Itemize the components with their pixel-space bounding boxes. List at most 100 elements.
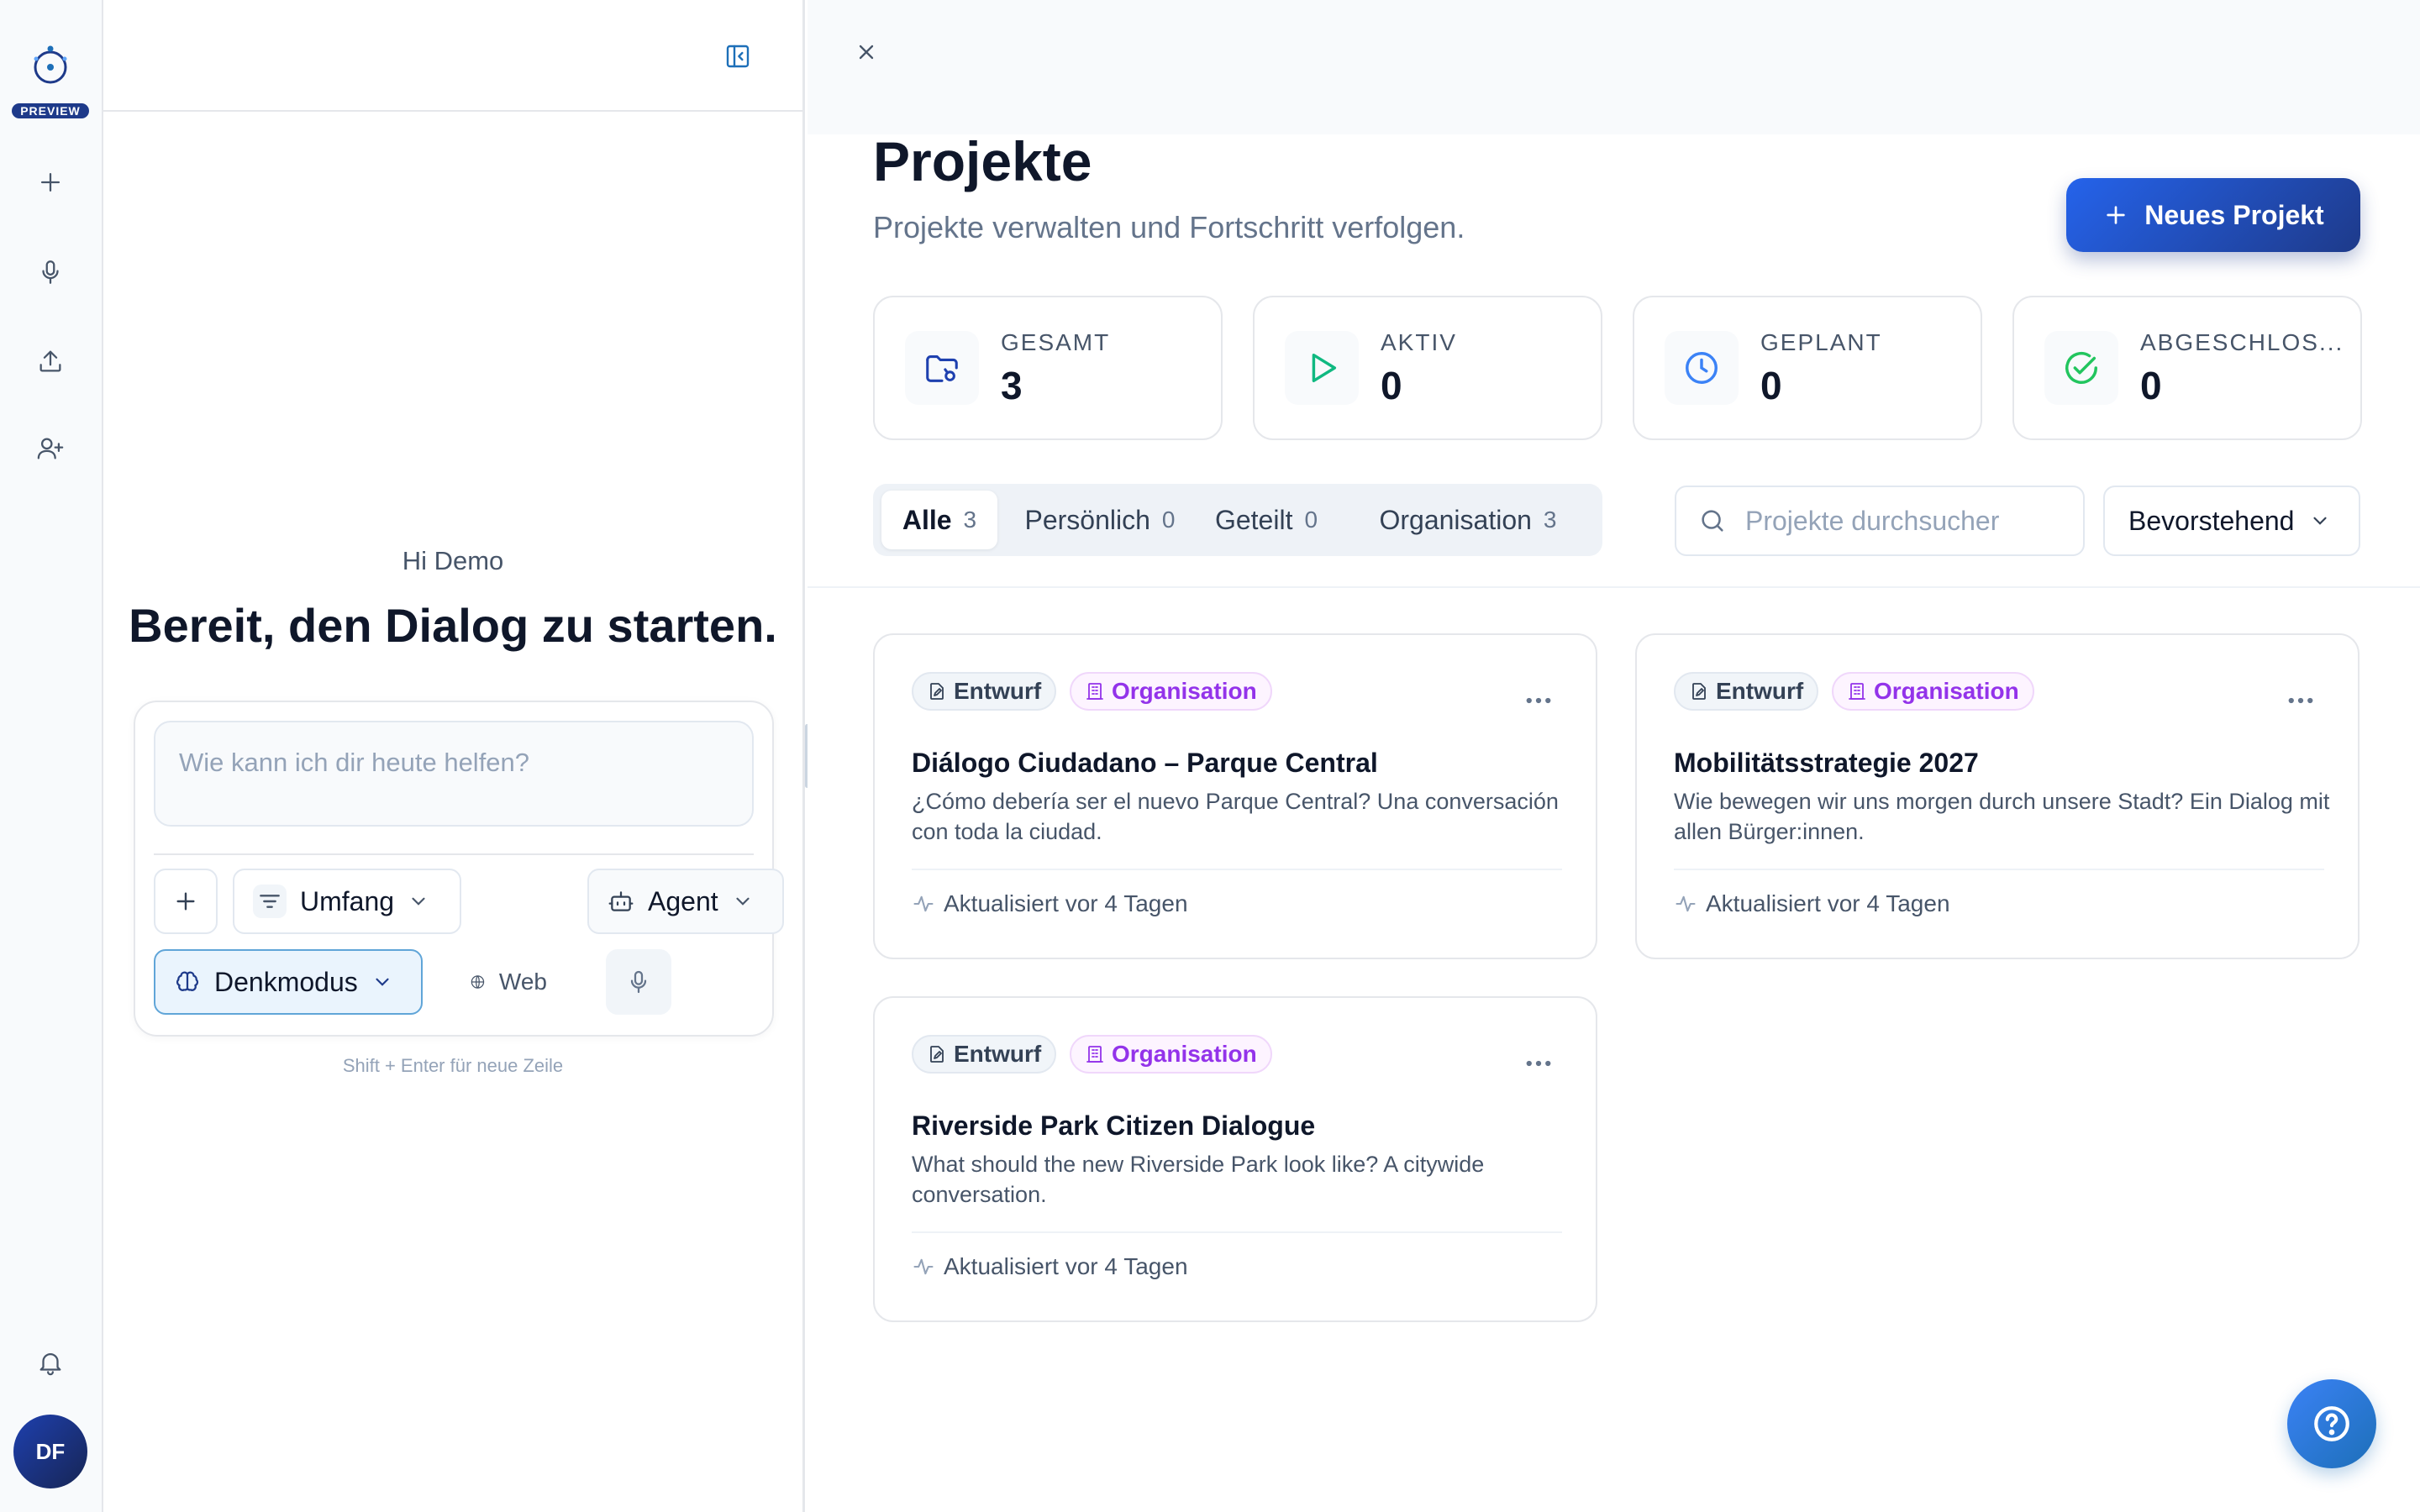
tab-alle[interactable]: Alle 3 [881,491,997,549]
status-label: Entwurf [954,678,1042,704]
updated-info: Aktualisiert vor 4 Tagen [1674,890,1950,917]
stat-value: 0 [1381,364,1402,407]
help-button[interactable] [2287,1379,2376,1468]
project-card[interactable]: Entwurf Organisation Riverside Park Citi… [873,996,1597,1322]
chevron-down-icon [2313,517,2328,525]
avatar[interactable]: DF [13,1415,87,1488]
sort-dropdown[interactable]: Bevorstehend [2103,486,2360,556]
more-options-button[interactable] [1522,690,1555,711]
help-circle-icon [2314,1406,2349,1441]
ellipsis-icon [1526,1060,1551,1067]
bell-icon [39,1353,61,1376]
play-icon [1285,331,1359,405]
greeting: Hi Demo [402,546,504,575]
project-card[interactable]: Entwurf Organisation Mobilitätsstrategie… [1635,633,2360,959]
stat-card-completed: ABGESCHLOS... 0 [2012,296,2362,440]
scope-label: Umfang [300,885,395,916]
close-icon [859,45,874,60]
building-icon [1086,683,1103,700]
search-input[interactable]: Projekte durchsucher [1675,486,2085,556]
divider [912,1231,1562,1233]
scope-dropdown[interactable]: Umfang [233,869,461,934]
tab-label: Organisation [1379,504,1532,535]
project-card[interactable]: Entwurf Organisation Diálogo Ciudadano –… [873,633,1597,959]
updated-info: Aktualisiert vor 4 Tagen [912,1253,1188,1280]
updated-label: Aktualisiert vor 4 Tagen [944,1253,1188,1279]
clock-icon [1665,331,1739,405]
more-options-button[interactable] [1522,1053,1555,1074]
tab-count: 0 [1304,507,1318,533]
filter-tabs: Alle 3 Persönlich 0 Geteilt 0 Organisati… [873,484,1602,556]
stat-value: 0 [2140,364,2162,407]
activity-icon [913,895,934,912]
project-title[interactable]: Diálogo Ciudadano – Parque Central [912,748,1378,779]
stat-label: GESAMT [1001,329,1111,355]
scope-label: Organisation [1112,1041,1257,1067]
updated-info: Aktualisiert vor 4 Tagen [912,890,1188,917]
status-badge: Entwurf [1674,672,1819,711]
tab-geteilt[interactable]: Geteilt 0 [1201,491,1332,549]
scope-badge: Organisation [1832,672,2034,711]
preview-badge: PREVIEW [12,103,89,118]
tab-persoenlich[interactable]: Persönlich 0 [1007,491,1192,549]
composer-divider [154,853,754,855]
new-chat-button[interactable] [30,162,71,202]
status-badge: Entwurf [912,1035,1057,1074]
chevron-down-icon [736,897,750,906]
upload-button[interactable] [30,341,71,381]
microphone-icon [42,260,59,284]
agent-dropdown[interactable]: Agent [587,869,784,934]
divider [808,586,2420,588]
chevron-down-icon [376,978,389,986]
tab-organisation[interactable]: Organisation 3 [1342,491,1594,549]
stat-label: ABGESCHLOS... [2140,329,2344,355]
project-title[interactable]: Mobilitätsstrategie 2027 [1674,748,1979,779]
dictate-button[interactable] [606,949,671,1015]
stat-card-total: GESAMT 3 [873,296,1223,440]
collapse-panel-button[interactable] [722,40,754,72]
sidebar-collapse-icon [726,45,750,68]
status-badge: Entwurf [912,672,1057,711]
project-title[interactable]: Riverside Park Citizen Dialogue [912,1110,1315,1142]
updated-label: Aktualisiert vor 4 Tagen [1706,890,1950,916]
top-bar [808,0,2420,134]
more-options-button[interactable] [2284,690,2317,711]
stat-label: GEPLANT [1760,329,1882,355]
scope-label: Organisation [1874,678,2019,704]
agent-label: Agent [648,885,718,916]
brain-icon [176,971,199,991]
project-description: ¿Cómo debería ser el nuevo Parque Centra… [912,789,1559,844]
stat-card-planned: GEPLANT 0 [1633,296,1982,440]
invite-user-button[interactable] [30,428,71,469]
activity-icon [913,1258,934,1275]
scope-badge: Organisation [1070,672,1272,711]
folder-icon [905,331,979,405]
logo-icon[interactable] [25,40,76,91]
updated-label: Aktualisiert vor 4 Tagen [944,890,1188,916]
prompt-input[interactable]: Wie kann ich dir heute helfen? [154,721,754,827]
attach-button[interactable] [154,869,218,934]
tab-label: Alle [902,504,952,535]
activity-icon [1676,895,1696,912]
voice-button[interactable] [30,252,71,292]
check-circle-icon [2044,331,2118,405]
sort-label: Bevorstehend [2128,505,2295,536]
tab-count: 3 [963,507,977,533]
file-edit-icon [1692,683,1706,700]
projects-page: Projekte Projekte verwalten und Fortschr… [808,0,2420,1512]
divider [1674,869,2324,870]
new-project-button[interactable]: Neues Projekt [2066,178,2360,252]
file-edit-icon [930,683,944,700]
composer: Wie kann ich dir heute helfen? Umfang Ag… [134,701,784,1037]
notifications-button[interactable] [30,1342,71,1383]
chat-header [103,0,802,112]
chat-headline: Bereit, den Dialog zu starten. [129,599,777,652]
status-label: Entwurf [954,1041,1042,1067]
thinking-mode-dropdown[interactable]: Denkmodus [154,949,423,1015]
microphone-icon [630,970,647,994]
plus-icon [40,172,60,192]
web-search-toggle[interactable]: Web [450,949,567,1015]
plus-icon [176,892,195,911]
scope-badge: Organisation [1070,1035,1272,1074]
close-button[interactable] [851,37,881,67]
